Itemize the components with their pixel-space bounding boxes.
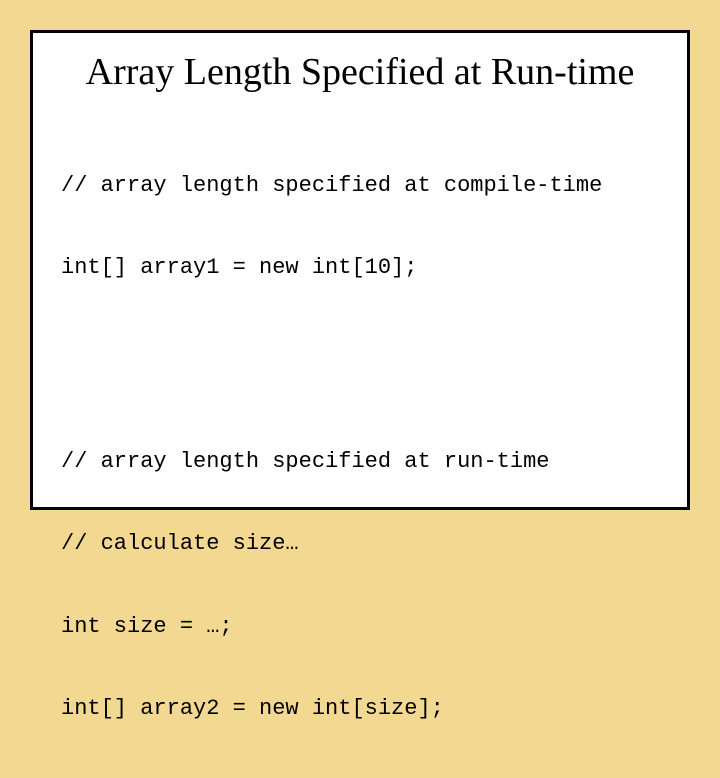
code-block-compile-time: // array length specified at compile-tim… — [61, 117, 659, 337]
code-line: int[] array1 = new int[10]; — [61, 254, 659, 282]
code-comment: // array length specified at compile-tim… — [61, 172, 659, 200]
code-line: int size = …; — [61, 613, 659, 641]
code-comment: // array length specified at run-time — [61, 448, 659, 476]
code-line: int[] array2 = new int[size]; — [61, 695, 659, 723]
slide-frame: Array Length Specified at Run-time // ar… — [30, 30, 690, 510]
slide-title: Array Length Specified at Run-time — [61, 51, 659, 95]
code-spacer — [61, 337, 659, 393]
code-comment: // calculate size… — [61, 530, 659, 558]
code-block-run-time: // array length specified at run-time //… — [61, 393, 659, 778]
